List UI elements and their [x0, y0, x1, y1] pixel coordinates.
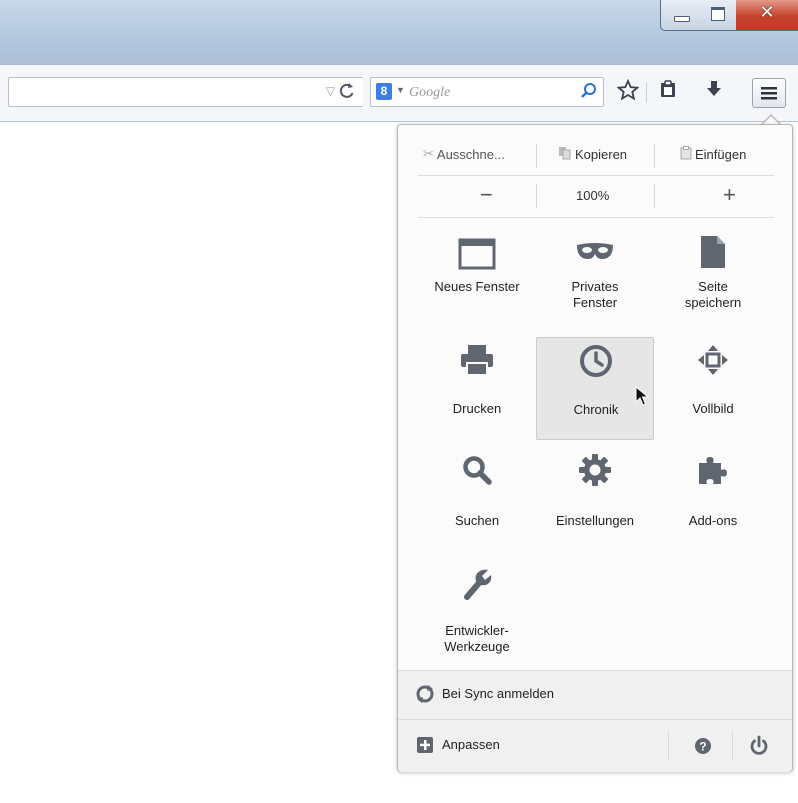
- fullscreen-label: Vollbild: [692, 401, 734, 416]
- customize-button[interactable]: Anpassen: [398, 720, 668, 772]
- copy-label: Kopieren: [575, 147, 628, 162]
- paste-label: Einfügen: [695, 147, 747, 162]
- cut-label: Ausschne...: [436, 146, 505, 162]
- clock-icon: [537, 342, 655, 380]
- print-button[interactable]: Drucken: [418, 337, 536, 440]
- preferences-button[interactable]: Einstellungen: [536, 447, 654, 550]
- zoom-reset-button[interactable]: 100%: [576, 188, 609, 203]
- maximize-button[interactable]: [700, 0, 737, 31]
- copy-button[interactable]: Kopieren: [558, 146, 627, 163]
- app-menu-panel: ✂ Ausschne... Kopieren Einfügen − 100% +: [397, 124, 793, 772]
- fullscreen-button[interactable]: Vollbild: [654, 337, 772, 440]
- wrench-icon: [418, 565, 536, 603]
- power-icon: [750, 735, 768, 755]
- help-icon: ?: [695, 738, 711, 754]
- private-window-button[interactable]: Privates Fenster: [536, 225, 654, 328]
- paste-icon: [680, 146, 692, 163]
- search-go-icon[interactable]: [579, 81, 599, 101]
- search-bar[interactable]: 8 ▼: [370, 77, 604, 107]
- minimize-icon: [674, 16, 690, 22]
- edit-controls: ✂ Ausschne... Kopieren Einfügen: [418, 142, 774, 172]
- url-bar[interactable]: ▽: [8, 77, 363, 107]
- plus-square-icon: [416, 736, 434, 759]
- paste-button[interactable]: Einfügen: [680, 146, 746, 163]
- download-arrow-icon: [707, 81, 721, 96]
- navigation-toolbar: ▽ 8 ▼: [0, 64, 798, 122]
- zoom-in-button[interactable]: +: [723, 182, 736, 208]
- sync-signin-button[interactable]: Bei Sync anmelden: [398, 670, 792, 719]
- zoom-out-button[interactable]: −: [480, 182, 493, 208]
- engine-dropdown-icon[interactable]: ▼: [396, 85, 405, 95]
- star-icon: [617, 79, 639, 101]
- printer-icon: [418, 341, 536, 379]
- find-button[interactable]: Suchen: [418, 447, 536, 550]
- bookmark-star-button[interactable]: [614, 79, 642, 105]
- clipboard-icon: [661, 80, 675, 97]
- magnifier-icon: [418, 451, 536, 489]
- search-input[interactable]: [407, 82, 571, 104]
- quit-button[interactable]: [744, 734, 774, 758]
- gear-icon: [536, 451, 654, 489]
- help-button[interactable]: ?: [688, 734, 718, 758]
- cut-button[interactable]: ✂ Ausschne...: [423, 146, 505, 162]
- new-window-label: Neues Fenster: [434, 279, 520, 294]
- reload-icon[interactable]: [339, 81, 355, 104]
- addons-label: Add-ons: [688, 513, 738, 528]
- developer-tools-button[interactable]: Entwickler-Werkzeuge: [418, 557, 536, 660]
- close-icon: ✕: [759, 2, 775, 22]
- mask-icon: [536, 233, 654, 271]
- save-page-label: Seite speichern: [684, 279, 742, 310]
- save-page-button[interactable]: Seite speichern: [654, 225, 772, 328]
- open-menu-button[interactable]: [752, 78, 786, 108]
- sync-label: Bei Sync anmelden: [442, 686, 555, 701]
- window-icon: [418, 235, 536, 273]
- google-engine-icon[interactable]: 8: [376, 83, 392, 100]
- bookmarks-menu-button[interactable]: [654, 79, 682, 105]
- zoom-controls: − 100% +: [418, 180, 774, 214]
- svg-text:?: ?: [699, 740, 706, 754]
- print-label: Drucken: [452, 401, 502, 416]
- fullscreen-icon: [654, 341, 772, 379]
- page-icon: [654, 233, 772, 271]
- history-dropdown-icon[interactable]: ▽: [326, 84, 335, 98]
- customize-label: Anpassen: [442, 737, 500, 752]
- panel-footer: Anpassen ?: [398, 719, 792, 772]
- downloads-button[interactable]: [700, 79, 728, 105]
- toolbar-separator: [646, 83, 647, 103]
- private-window-label: Privates Fenster: [571, 279, 619, 310]
- new-window-button[interactable]: Neues Fenster: [418, 225, 536, 328]
- preferences-label: Einstellungen: [555, 513, 635, 528]
- close-button[interactable]: ✕: [736, 0, 798, 31]
- scissors-icon: ✂: [423, 146, 434, 161]
- copy-icon: [558, 146, 572, 163]
- find-label: Suchen: [454, 513, 500, 528]
- maximize-icon: [711, 7, 725, 21]
- addons-button[interactable]: Add-ons: [654, 447, 772, 550]
- minimize-button[interactable]: [660, 0, 702, 31]
- puzzle-icon: [654, 451, 772, 489]
- mouse-cursor-icon: [635, 385, 650, 411]
- developer-tools-label: Entwickler-Werkzeuge: [444, 623, 510, 654]
- hamburger-icon: [761, 87, 777, 100]
- sync-icon: [416, 685, 434, 708]
